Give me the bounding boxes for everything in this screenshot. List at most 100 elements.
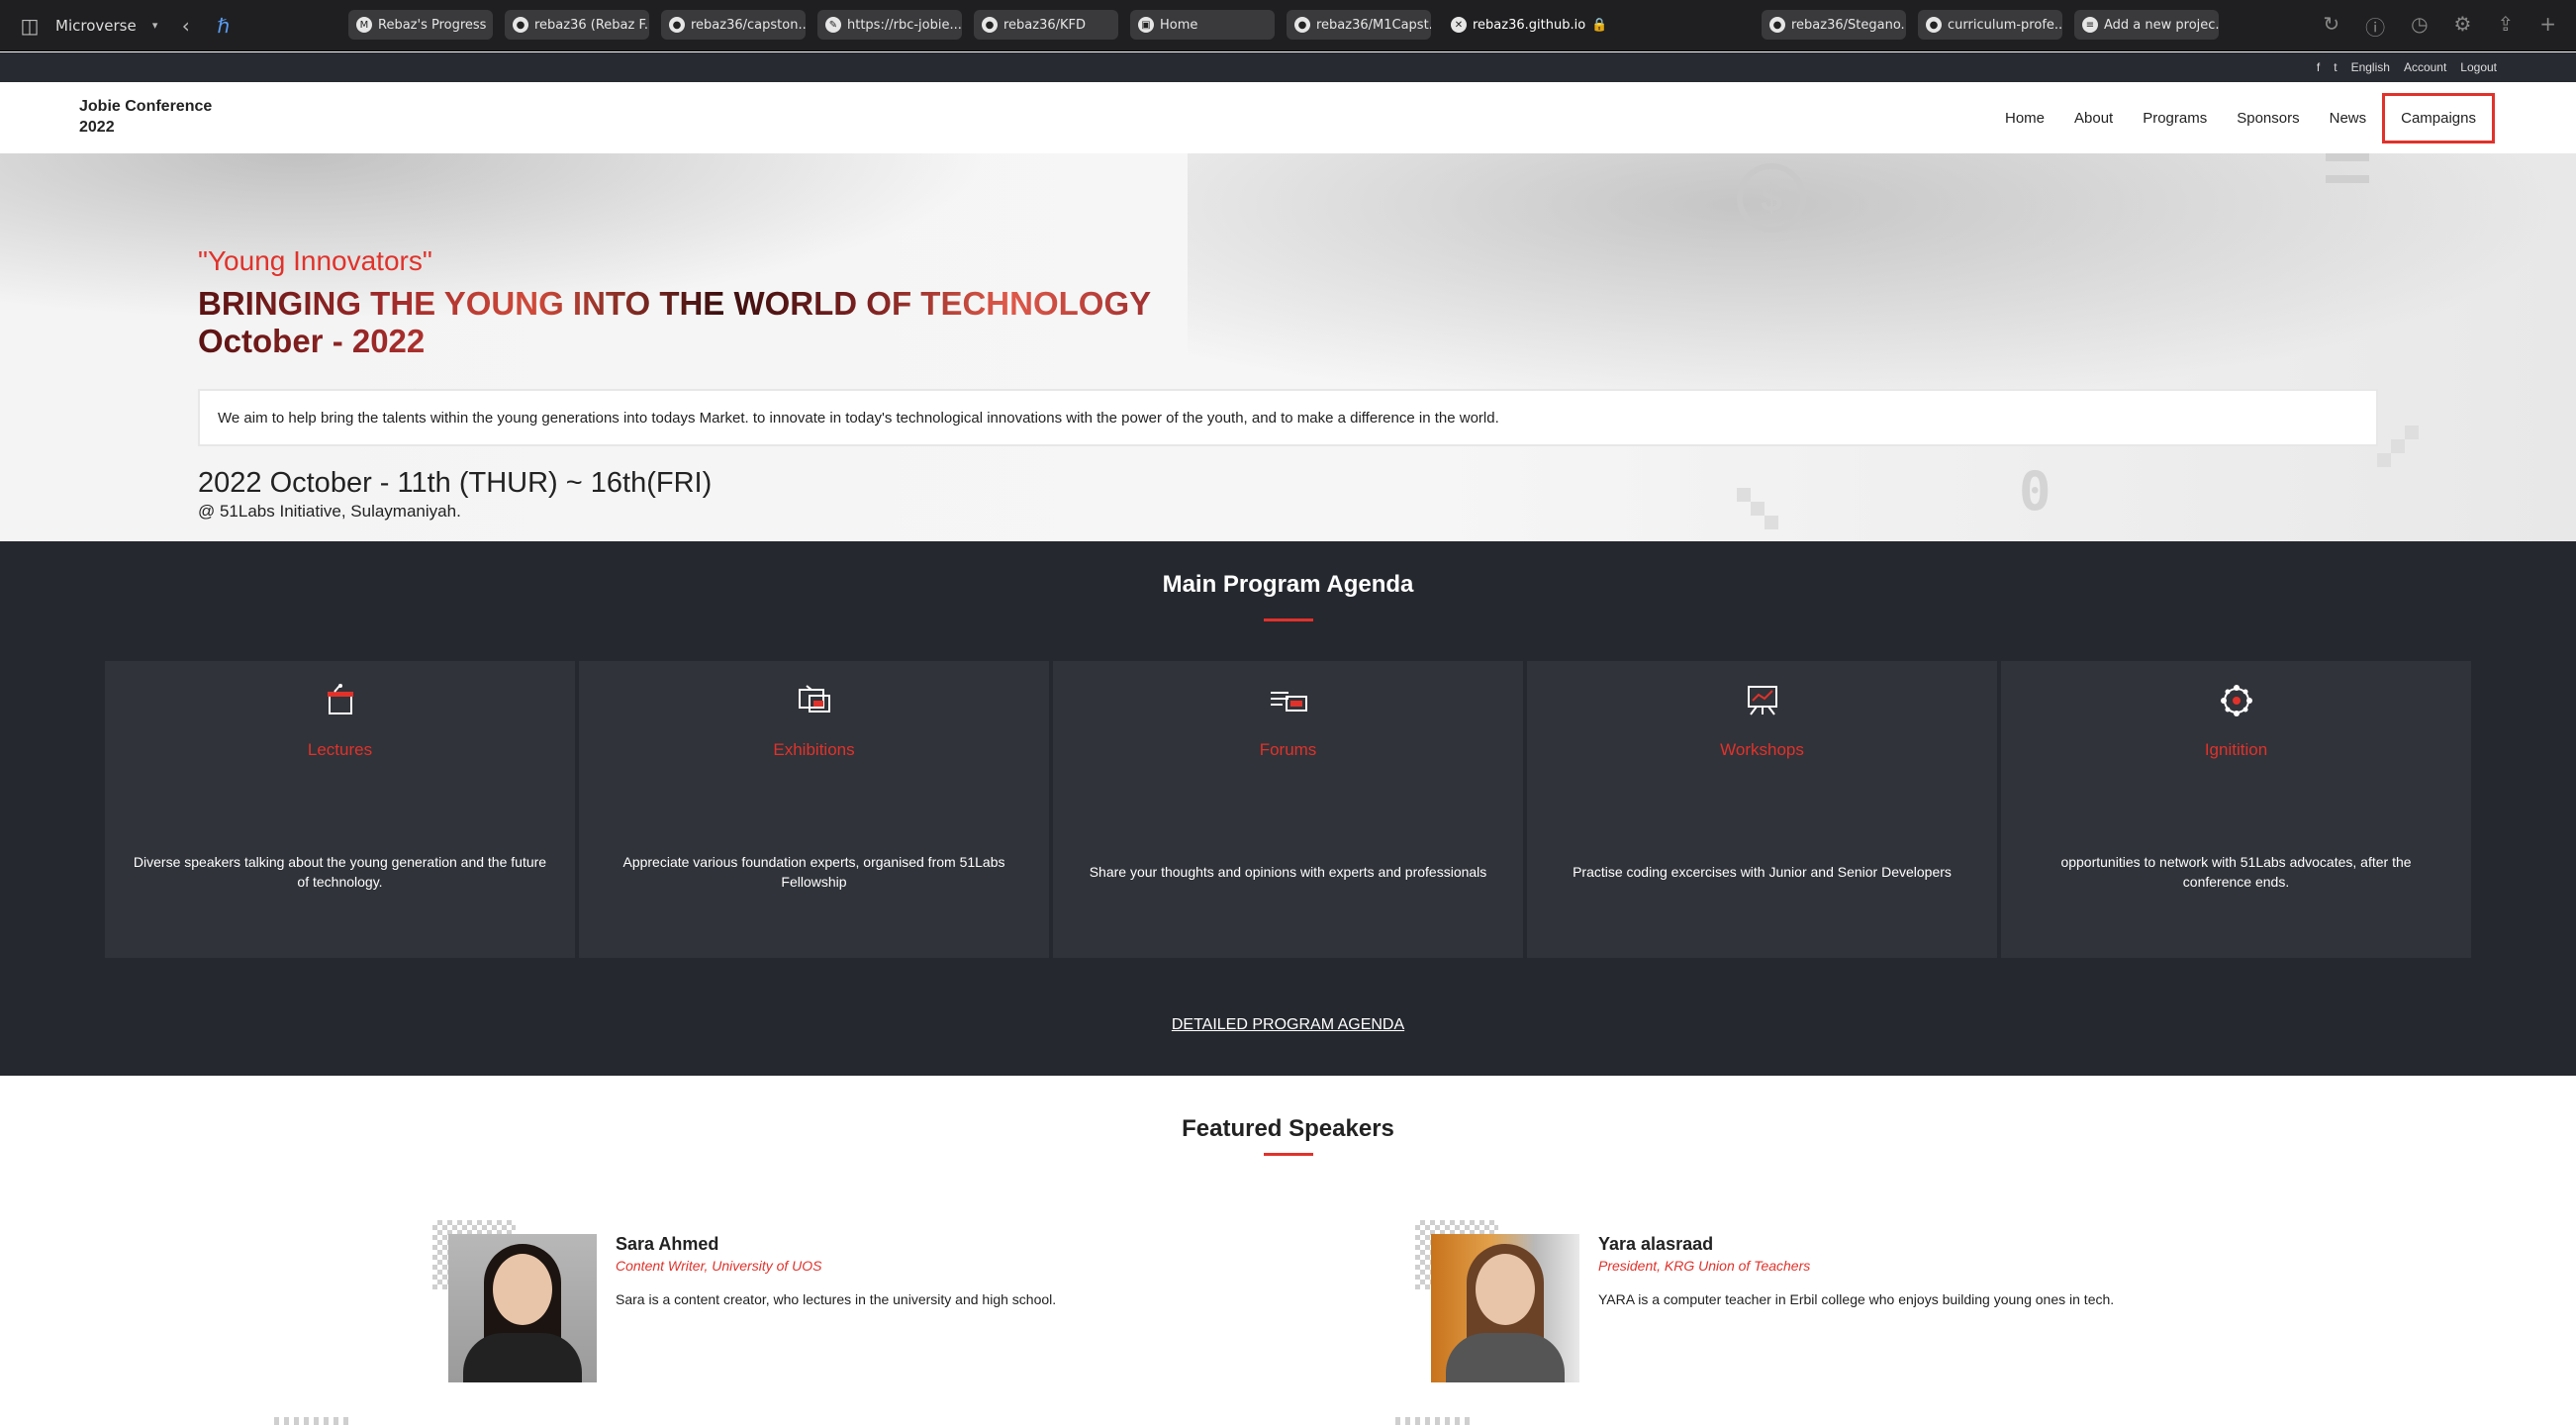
checker-decoration bbox=[1395, 1417, 1475, 1425]
browser-tab[interactable]: ▣ Home bbox=[1130, 10, 1275, 40]
card-description: opportunities to network with 51Labs adv… bbox=[2060, 854, 2412, 890]
pixel-decoration bbox=[2405, 426, 2419, 439]
tab-label: rebaz36/Stegano... bbox=[1791, 17, 1906, 33]
agenda-card-exhibitions: Exhibitions Appreciate various foundatio… bbox=[579, 661, 1049, 958]
nav-home[interactable]: Home bbox=[2005, 110, 2045, 127]
lock-icon: 🔒 bbox=[1591, 17, 1608, 33]
browser-toolbar: ◫ Microverse ▾ ‹ ℏ M Rebaz's Progress ● re… bbox=[0, 0, 2576, 51]
speakers-section: Featured Speakers Sara Ahmed Content Wri… bbox=[0, 1076, 2576, 1425]
chevron-down-icon[interactable]: ▾ bbox=[150, 19, 160, 32]
card-description: Diverse speakers talking about the young… bbox=[133, 854, 547, 890]
agenda-section: Main Program Agenda Lectures Diverse spe… bbox=[0, 541, 2576, 1076]
checker-decoration bbox=[274, 1417, 353, 1425]
history-icon[interactable]: ◷ bbox=[2411, 12, 2428, 41]
event-venue: @ 51Labs Initiative, Sulaymaniyah. bbox=[198, 502, 461, 521]
logout-link[interactable]: Logout bbox=[2460, 60, 2497, 74]
speaker-role: Content Writer, University of UOS bbox=[616, 1258, 822, 1274]
sidebar-toggle-icon[interactable]: ◫ bbox=[18, 14, 42, 38]
pixel-decoration bbox=[1765, 516, 1778, 529]
photo-face bbox=[493, 1254, 552, 1325]
facebook-icon[interactable]: f bbox=[2317, 60, 2320, 74]
github-icon: ● bbox=[1294, 17, 1310, 33]
logo-line1: Jobie Conference bbox=[79, 98, 213, 115]
browser-tab[interactable]: ✎ https://rbc-jobie.... bbox=[817, 10, 962, 40]
speaker-name: Yara alasraad bbox=[1598, 1234, 1714, 1254]
utility-bar: f t English Account Logout bbox=[0, 52, 2576, 82]
nav-news[interactable]: News bbox=[2330, 110, 2367, 127]
photo-body bbox=[463, 1333, 582, 1382]
network-icon bbox=[2001, 681, 2471, 725]
speaker-name: Sara Ahmed bbox=[616, 1234, 719, 1254]
zero-decoration: 0 bbox=[2019, 460, 2051, 522]
browser-tab[interactable]: ● rebaz36/KFD bbox=[974, 10, 1118, 40]
coin-icon: $ bbox=[1737, 163, 1806, 233]
title-underline bbox=[1263, 1153, 1313, 1156]
tab-favicon-icon: M bbox=[356, 17, 372, 33]
card-description: Share your thoughts and opinions with ex… bbox=[1089, 864, 1487, 880]
browser-tab[interactable]: ● rebaz36 (Rebaz F... bbox=[505, 10, 649, 40]
site-header: Jobie Conference 2022 Home About Program… bbox=[0, 82, 2576, 153]
tab-label: rebaz36.github.io bbox=[1473, 17, 1586, 33]
new-tab-icon[interactable]: + bbox=[2539, 12, 2556, 41]
tab-label: rebaz36/M1Capst... bbox=[1316, 17, 1431, 33]
detailed-agenda-link[interactable]: DETAILED PROGRAM AGENDA bbox=[0, 1016, 2576, 1034]
hero-tagline: "Young Innovators" bbox=[198, 245, 432, 276]
gear-icon[interactable]: ⚙ bbox=[2454, 12, 2472, 41]
nav-programs[interactable]: Programs bbox=[2143, 110, 2207, 127]
photo-face bbox=[1476, 1254, 1535, 1325]
agenda-cards: Lectures Diverse speakers talking about … bbox=[105, 661, 2471, 958]
agenda-card-workshops: Workshops Practise coding excercises wit… bbox=[1527, 661, 1997, 958]
browser-tab-active[interactable]: ✕ rebaz36.github.io 🔒 bbox=[1443, 10, 1750, 40]
speaker-bio: Sara is a content creator, who lectures … bbox=[616, 1291, 1057, 1307]
section-title: Main Program Agenda bbox=[1162, 571, 1414, 598]
photo-body bbox=[1446, 1333, 1565, 1382]
speaker-bio: YARA is a computer teacher in Erbil coll… bbox=[1598, 1291, 2115, 1307]
menu-bars-decoration bbox=[2326, 153, 2369, 183]
github-icon: ● bbox=[1926, 17, 1942, 33]
info-icon[interactable]: ⓘ bbox=[2365, 12, 2385, 41]
mission-statement: We aim to help bring the talents within … bbox=[198, 389, 2378, 446]
tab-label: https://rbc-jobie.... bbox=[847, 17, 962, 33]
hero-headline: BRINGING THE YOUNG INTO THE WORLD OF TEC… bbox=[198, 285, 1151, 360]
browser-tab[interactable]: ● rebaz36/Stegano... bbox=[1762, 10, 1906, 40]
pixel-decoration bbox=[1737, 488, 1751, 502]
pen-icon: ✎ bbox=[825, 17, 841, 33]
card-title: Workshops bbox=[1720, 740, 1804, 759]
github-icon: ● bbox=[1769, 17, 1785, 33]
tab-label: curriculum-profe... bbox=[1948, 17, 2062, 33]
nav-campaigns-button[interactable]: Campaigns bbox=[2382, 92, 2495, 143]
twitter-icon[interactable]: t bbox=[2334, 60, 2337, 74]
sheet-icon: ▣ bbox=[1138, 17, 1154, 33]
browser-tab[interactable]: ≡ Add a new projec... bbox=[2074, 10, 2219, 40]
close-tab-icon[interactable]: ✕ bbox=[1451, 17, 1467, 33]
agenda-card-forums: Forums Share your thoughts and opinions … bbox=[1053, 661, 1523, 958]
speaker-photo bbox=[1431, 1234, 1579, 1382]
nav-sponsors[interactable]: Sponsors bbox=[2237, 110, 2299, 127]
language-link[interactable]: English bbox=[2351, 60, 2390, 74]
reload-icon[interactable]: ↻ bbox=[2323, 12, 2339, 41]
card-title: Lectures bbox=[307, 740, 373, 759]
browser-tab[interactable]: ● rebaz36/M1Capst... bbox=[1287, 10, 1431, 40]
agenda-card-lectures: Lectures Diverse speakers talking about … bbox=[105, 661, 575, 958]
browser-tab[interactable]: ● curriculum-profe... bbox=[1918, 10, 2062, 40]
back-icon[interactable]: ‹ bbox=[174, 14, 198, 38]
forum-icon bbox=[1053, 681, 1523, 725]
hero-background-shade bbox=[1188, 153, 2573, 411]
nav-about[interactable]: About bbox=[2074, 110, 2113, 127]
document-icon: ≡ bbox=[2082, 17, 2098, 33]
browser-tab[interactable]: M Rebaz's Progress bbox=[348, 10, 493, 40]
card-title: Forums bbox=[1259, 740, 1317, 759]
agenda-card-ignitition: Ignitition opportunities to network with… bbox=[2001, 661, 2471, 958]
profile-selector[interactable]: Microverse bbox=[55, 17, 137, 35]
extension-icon[interactable]: ℏ bbox=[212, 14, 236, 38]
event-dates: 2022 October - 11th (THUR) ~ 16th(FRI) bbox=[198, 467, 713, 499]
browser-tab[interactable]: ● rebaz36/capston... bbox=[661, 10, 806, 40]
speaker-photo bbox=[448, 1234, 597, 1382]
account-link[interactable]: Account bbox=[2404, 60, 2446, 74]
workshop-icon bbox=[1527, 681, 1997, 725]
tab-label: Rebaz's Progress bbox=[378, 17, 487, 33]
share-icon[interactable]: ⇪ bbox=[2497, 12, 2514, 41]
site-logo[interactable]: Jobie Conference 2022 bbox=[79, 96, 257, 138]
tab-label: rebaz36/capston... bbox=[691, 17, 806, 33]
pixel-decoration bbox=[2377, 453, 2391, 467]
